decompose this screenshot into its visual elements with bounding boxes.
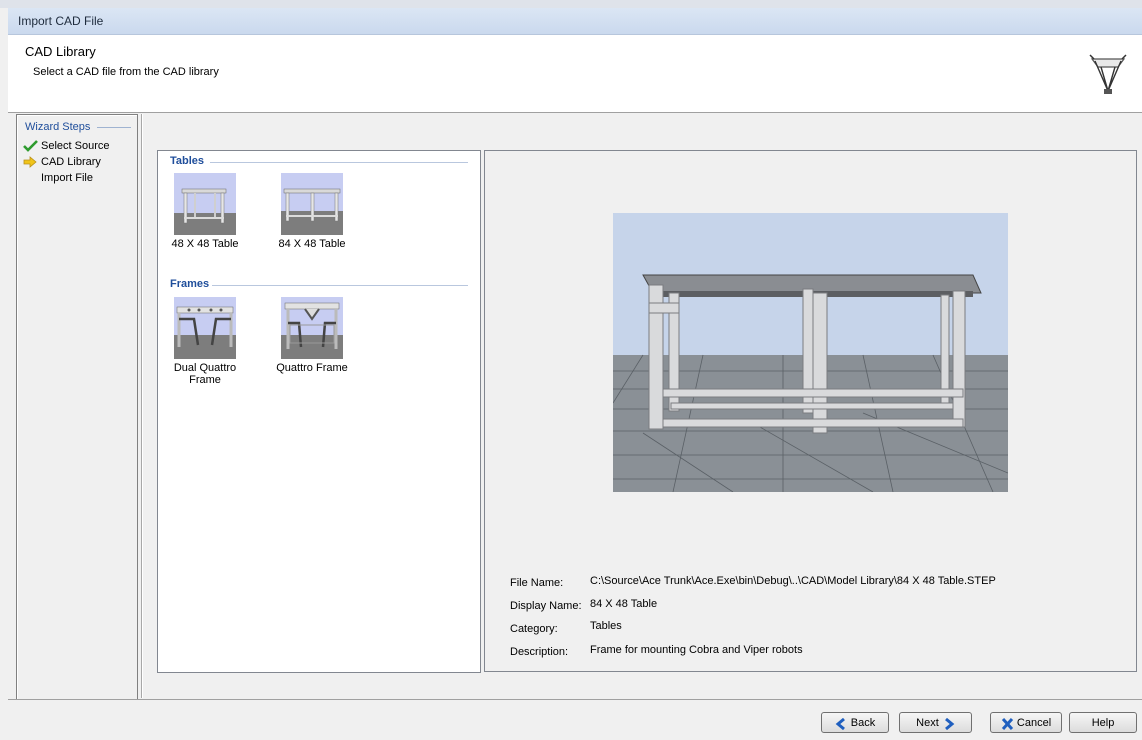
cad-preview-image <box>613 213 1008 492</box>
library-item-48x48-table[interactable]: 48 X 48 Table <box>157 173 253 250</box>
file-name-value: C:\Source\Ace Trunk\Ace.Exe\bin\Debug\..… <box>590 575 996 587</box>
display-name-value: 84 X 48 Table <box>590 598 658 610</box>
arrow-right-icon <box>23 156 37 168</box>
library-item-label: 48 X 48 Table <box>171 238 239 250</box>
cad-library-list[interactable]: Tables 48 X 48 Table 84 X 48 Table Frame… <box>157 150 481 673</box>
group-title-tables: Tables <box>170 155 205 167</box>
wizard-header: CAD Library Select a CAD file from the C… <box>8 35 1142 113</box>
table-thumbnail-icon <box>281 173 343 235</box>
library-item-quattro-frame[interactable]: Quattro Frame <box>264 297 360 374</box>
group-title-frames: Frames <box>170 278 210 290</box>
back-button[interactable]: Back <box>821 712 889 733</box>
category-label: Category: <box>510 623 558 635</box>
help-button-label: Help <box>1091 717 1115 729</box>
library-item-label: Dual Quattro Frame <box>173 362 237 386</box>
window-titlebar[interactable]: Import CAD File <box>8 8 1142 35</box>
wizard-step-label: CAD Library <box>41 156 101 169</box>
display-name-label: Display Name: <box>510 600 582 612</box>
delta-robot-logo-icon <box>1089 54 1127 94</box>
page-subtitle: Select a CAD file from the CAD library <box>33 66 219 78</box>
frame-thumbnail-icon <box>174 297 236 359</box>
library-item-dual-quattro-frame[interactable]: Dual Quattro Frame <box>157 297 253 386</box>
wizard-step-label: Import File <box>41 172 93 185</box>
window-title: Import CAD File <box>18 14 104 28</box>
cancel-button[interactable]: Cancel <box>990 712 1062 733</box>
description-label: Description: <box>510 646 569 658</box>
wizard-steps-title: Wizard Steps <box>25 121 91 133</box>
frame-thumbnail-icon <box>281 297 343 359</box>
library-item-84x48-table[interactable]: 84 X 48 Table <box>264 173 360 250</box>
window-top-strip <box>0 0 1142 8</box>
back-button-label: Back <box>850 717 876 729</box>
category-value: Tables <box>590 620 622 632</box>
library-item-label: Quattro Frame <box>276 362 348 374</box>
library-item-label: 84 X 48 Table <box>278 238 346 250</box>
cad-file-details: File Name: C:\Source\Ace Trunk\Ace.Exe\b… <box>484 553 1137 672</box>
wizard-step-label: Select Source <box>41 140 110 153</box>
wizard-step-import-file: Import File <box>23 170 93 186</box>
chevron-left-icon <box>835 717 845 730</box>
wizard-steps-panel: Wizard Steps Select Source CAD Library I… <box>16 114 138 700</box>
chevron-right-icon <box>944 717 955 730</box>
cancel-button-label: Cancel <box>1016 717 1052 729</box>
next-button[interactable]: Next <box>899 712 972 733</box>
help-button[interactable]: Help <box>1069 712 1137 733</box>
panel-divider-highlight <box>142 114 143 698</box>
group-divider <box>212 285 468 286</box>
page-title: CAD Library <box>25 44 96 59</box>
check-icon <box>23 140 38 152</box>
close-icon <box>1001 717 1013 730</box>
wizard-step-cad-library: CAD Library <box>23 154 101 170</box>
footer-divider <box>8 699 1142 700</box>
wizard-step-select-source: Select Source <box>23 138 109 154</box>
wizard-steps-divider <box>97 127 131 128</box>
group-divider <box>210 162 468 163</box>
description-value: Frame for mounting Cobra and Viper robot… <box>590 644 803 656</box>
cad-preview-panel[interactable] <box>484 150 1137 554</box>
file-name-label: File Name: <box>510 577 564 589</box>
next-button-label: Next <box>916 717 939 729</box>
table-thumbnail-icon <box>174 173 236 235</box>
